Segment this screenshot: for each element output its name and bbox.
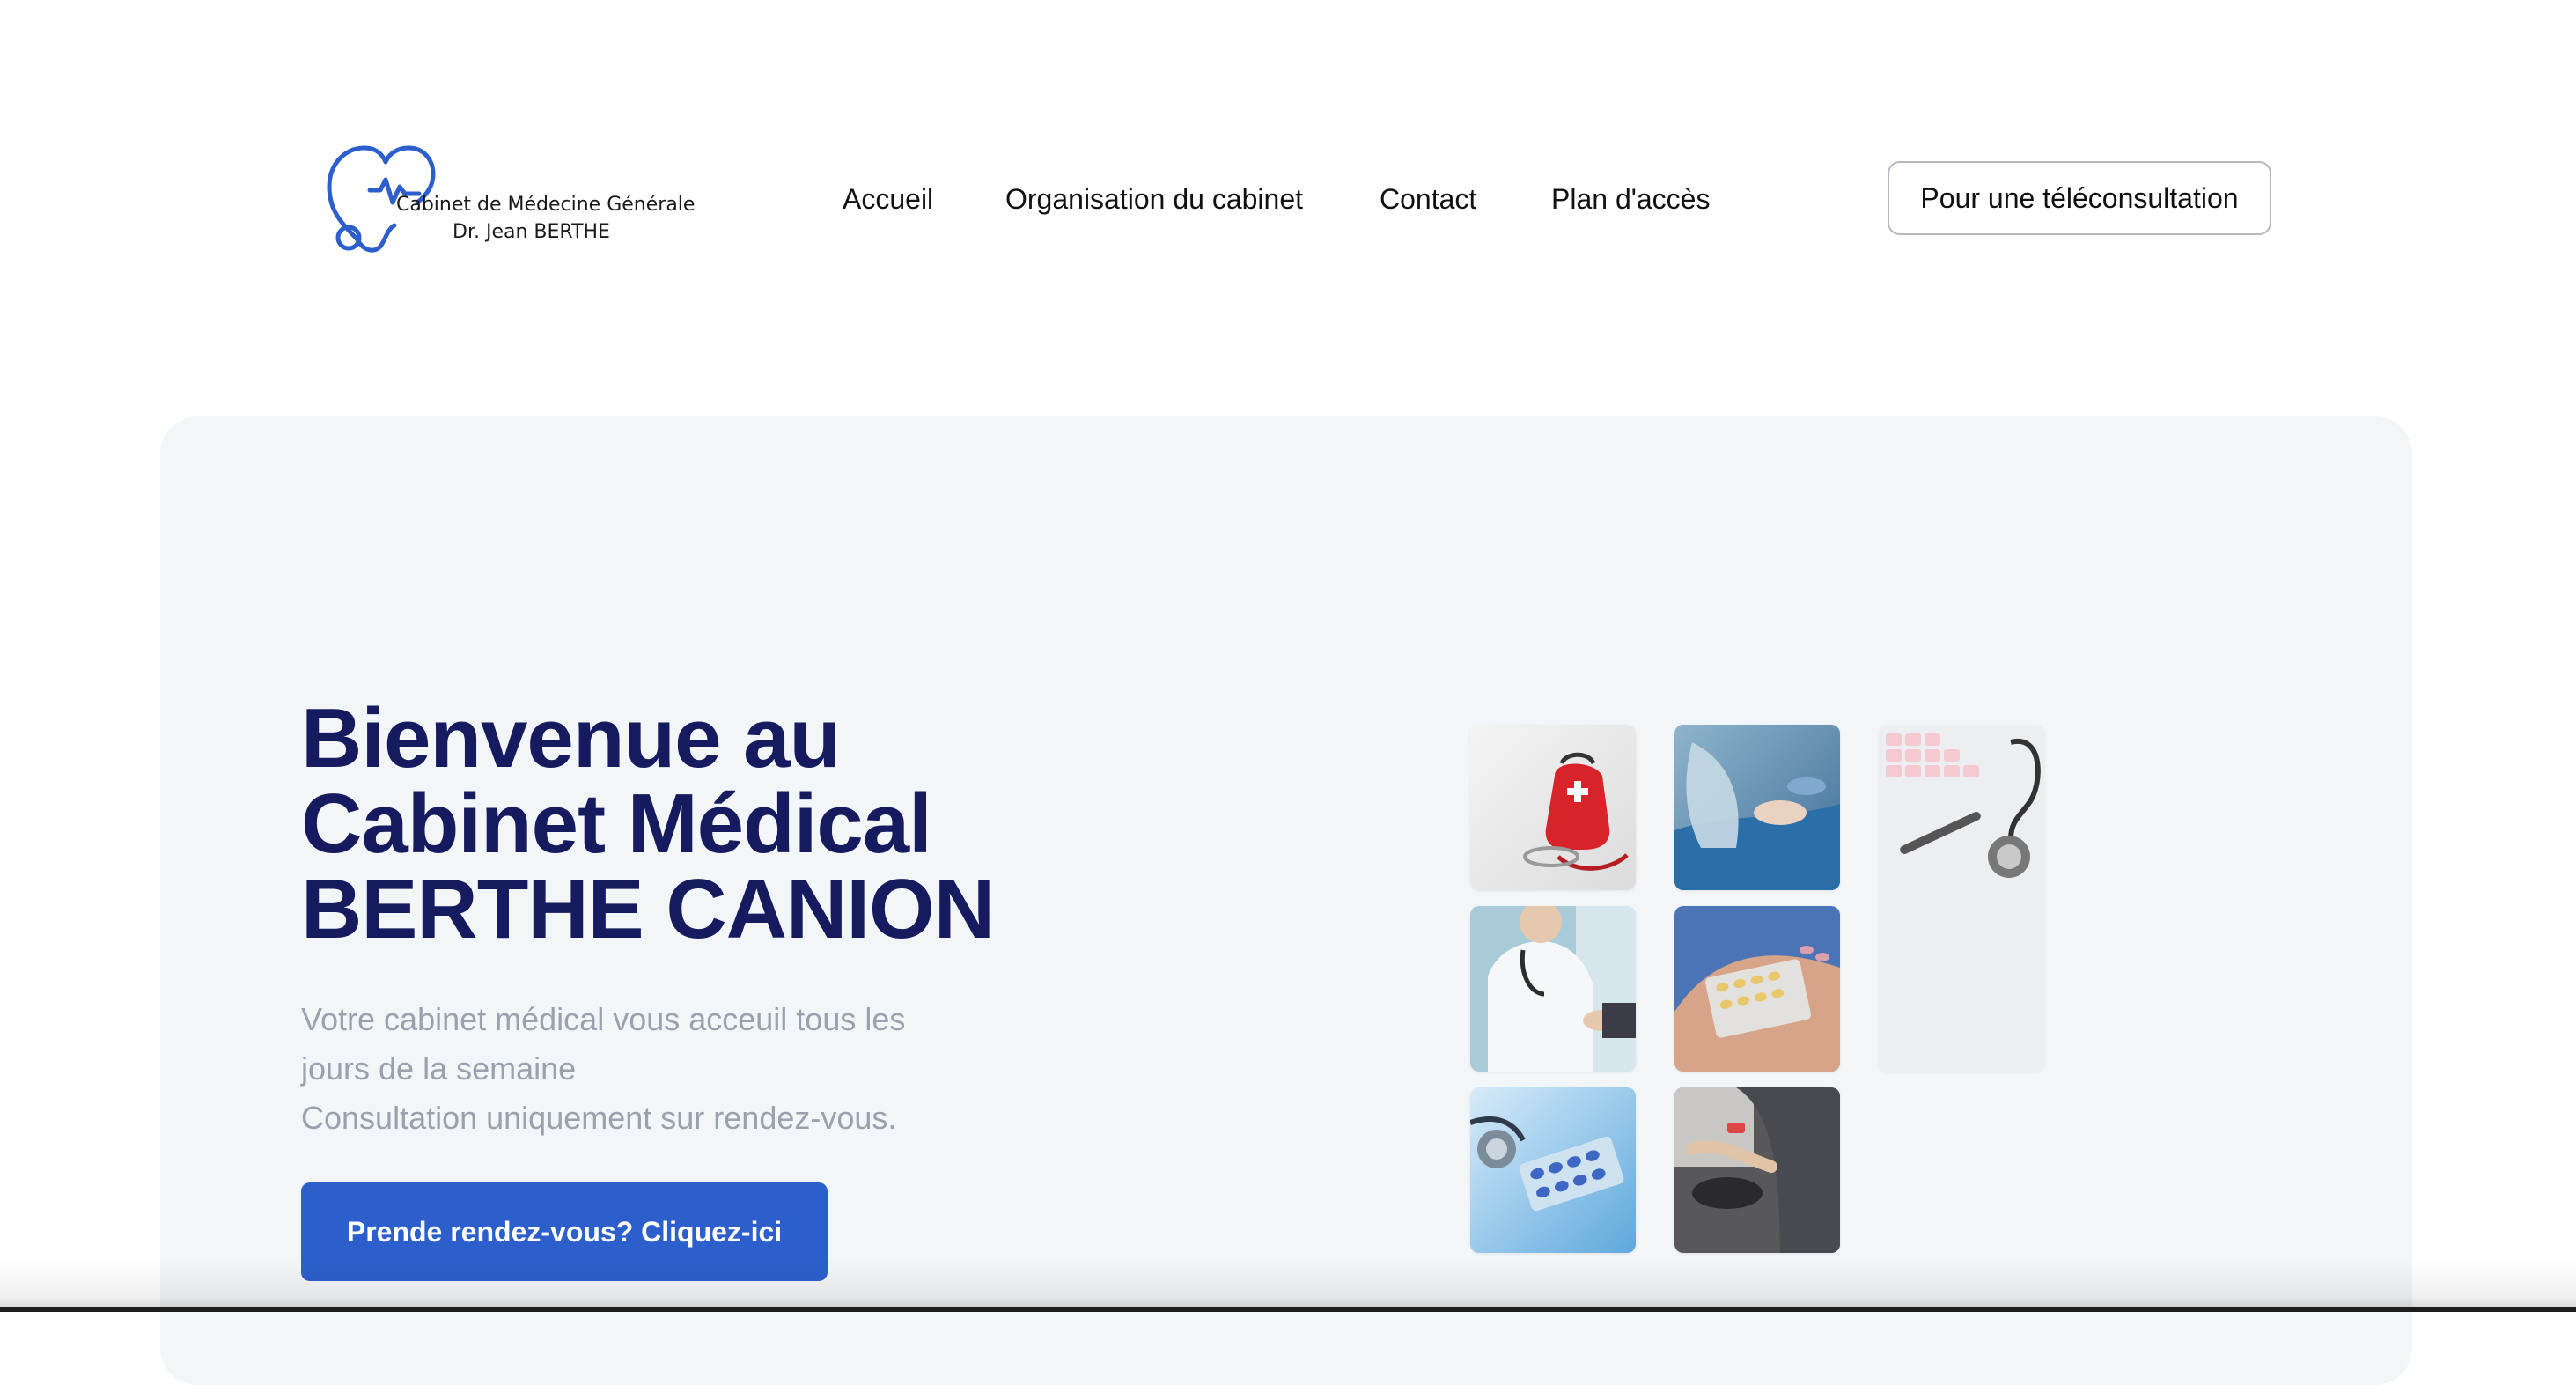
hero-subtitle-line: jours de la semaine: [301, 1050, 577, 1087]
blood-pressure-photo: [1674, 1087, 1840, 1253]
nav-link-organisation[interactable]: Organisation du cabinet: [1005, 180, 1303, 218]
nav-link-contact[interactable]: Contact: [1380, 180, 1476, 218]
stethoscope-pills-photo: [1470, 1087, 1636, 1253]
hero-subtitle: Votre cabinet médical vous acceuil tous …: [301, 995, 970, 1143]
doctor-handshake-photo: [1470, 906, 1636, 1072]
nav-link-plan-acces[interactable]: Plan d'accès: [1551, 180, 1710, 218]
hero-title-line: Bienvenue au: [301, 691, 841, 785]
first-aid-kit-photo: [1470, 725, 1636, 890]
book-appointment-button[interactable]: Prende rendez-vous? Cliquez-ici: [301, 1182, 828, 1281]
logo[interactable]: Cabinet de Médecine Générale Dr. Jean BE…: [324, 141, 695, 259]
hero-title-line: BERTHE CANION: [301, 862, 995, 956]
window-bottom-edge: [0, 1307, 2576, 1312]
hero-title: Bienvenue au Cabinet Médical BERTHE CANI…: [301, 696, 1093, 952]
hero-subtitle-line: Consultation uniquement sur rendez-vous.: [301, 1100, 897, 1136]
teleconsultation-button[interactable]: Pour une téléconsultation: [1888, 161, 2271, 235]
surgery-photo: [1674, 725, 1840, 890]
pills-in-hand-photo: [1674, 906, 1840, 1072]
brand-line2: Dr. Jean BERTHE: [453, 221, 610, 243]
hero-title-line: Cabinet Médical: [301, 777, 932, 871]
nav-link-accueil[interactable]: Accueil: [843, 180, 933, 218]
site-header: Cabinet de Médecine Générale Dr. Jean BE…: [0, 0, 2576, 370]
hero-subtitle-line: Votre cabinet médical vous acceuil tous …: [301, 1001, 906, 1037]
keyboard-stethoscope-photo: [1879, 725, 2044, 1072]
brand-line1: Cabinet de Médecine Générale: [396, 194, 696, 216]
